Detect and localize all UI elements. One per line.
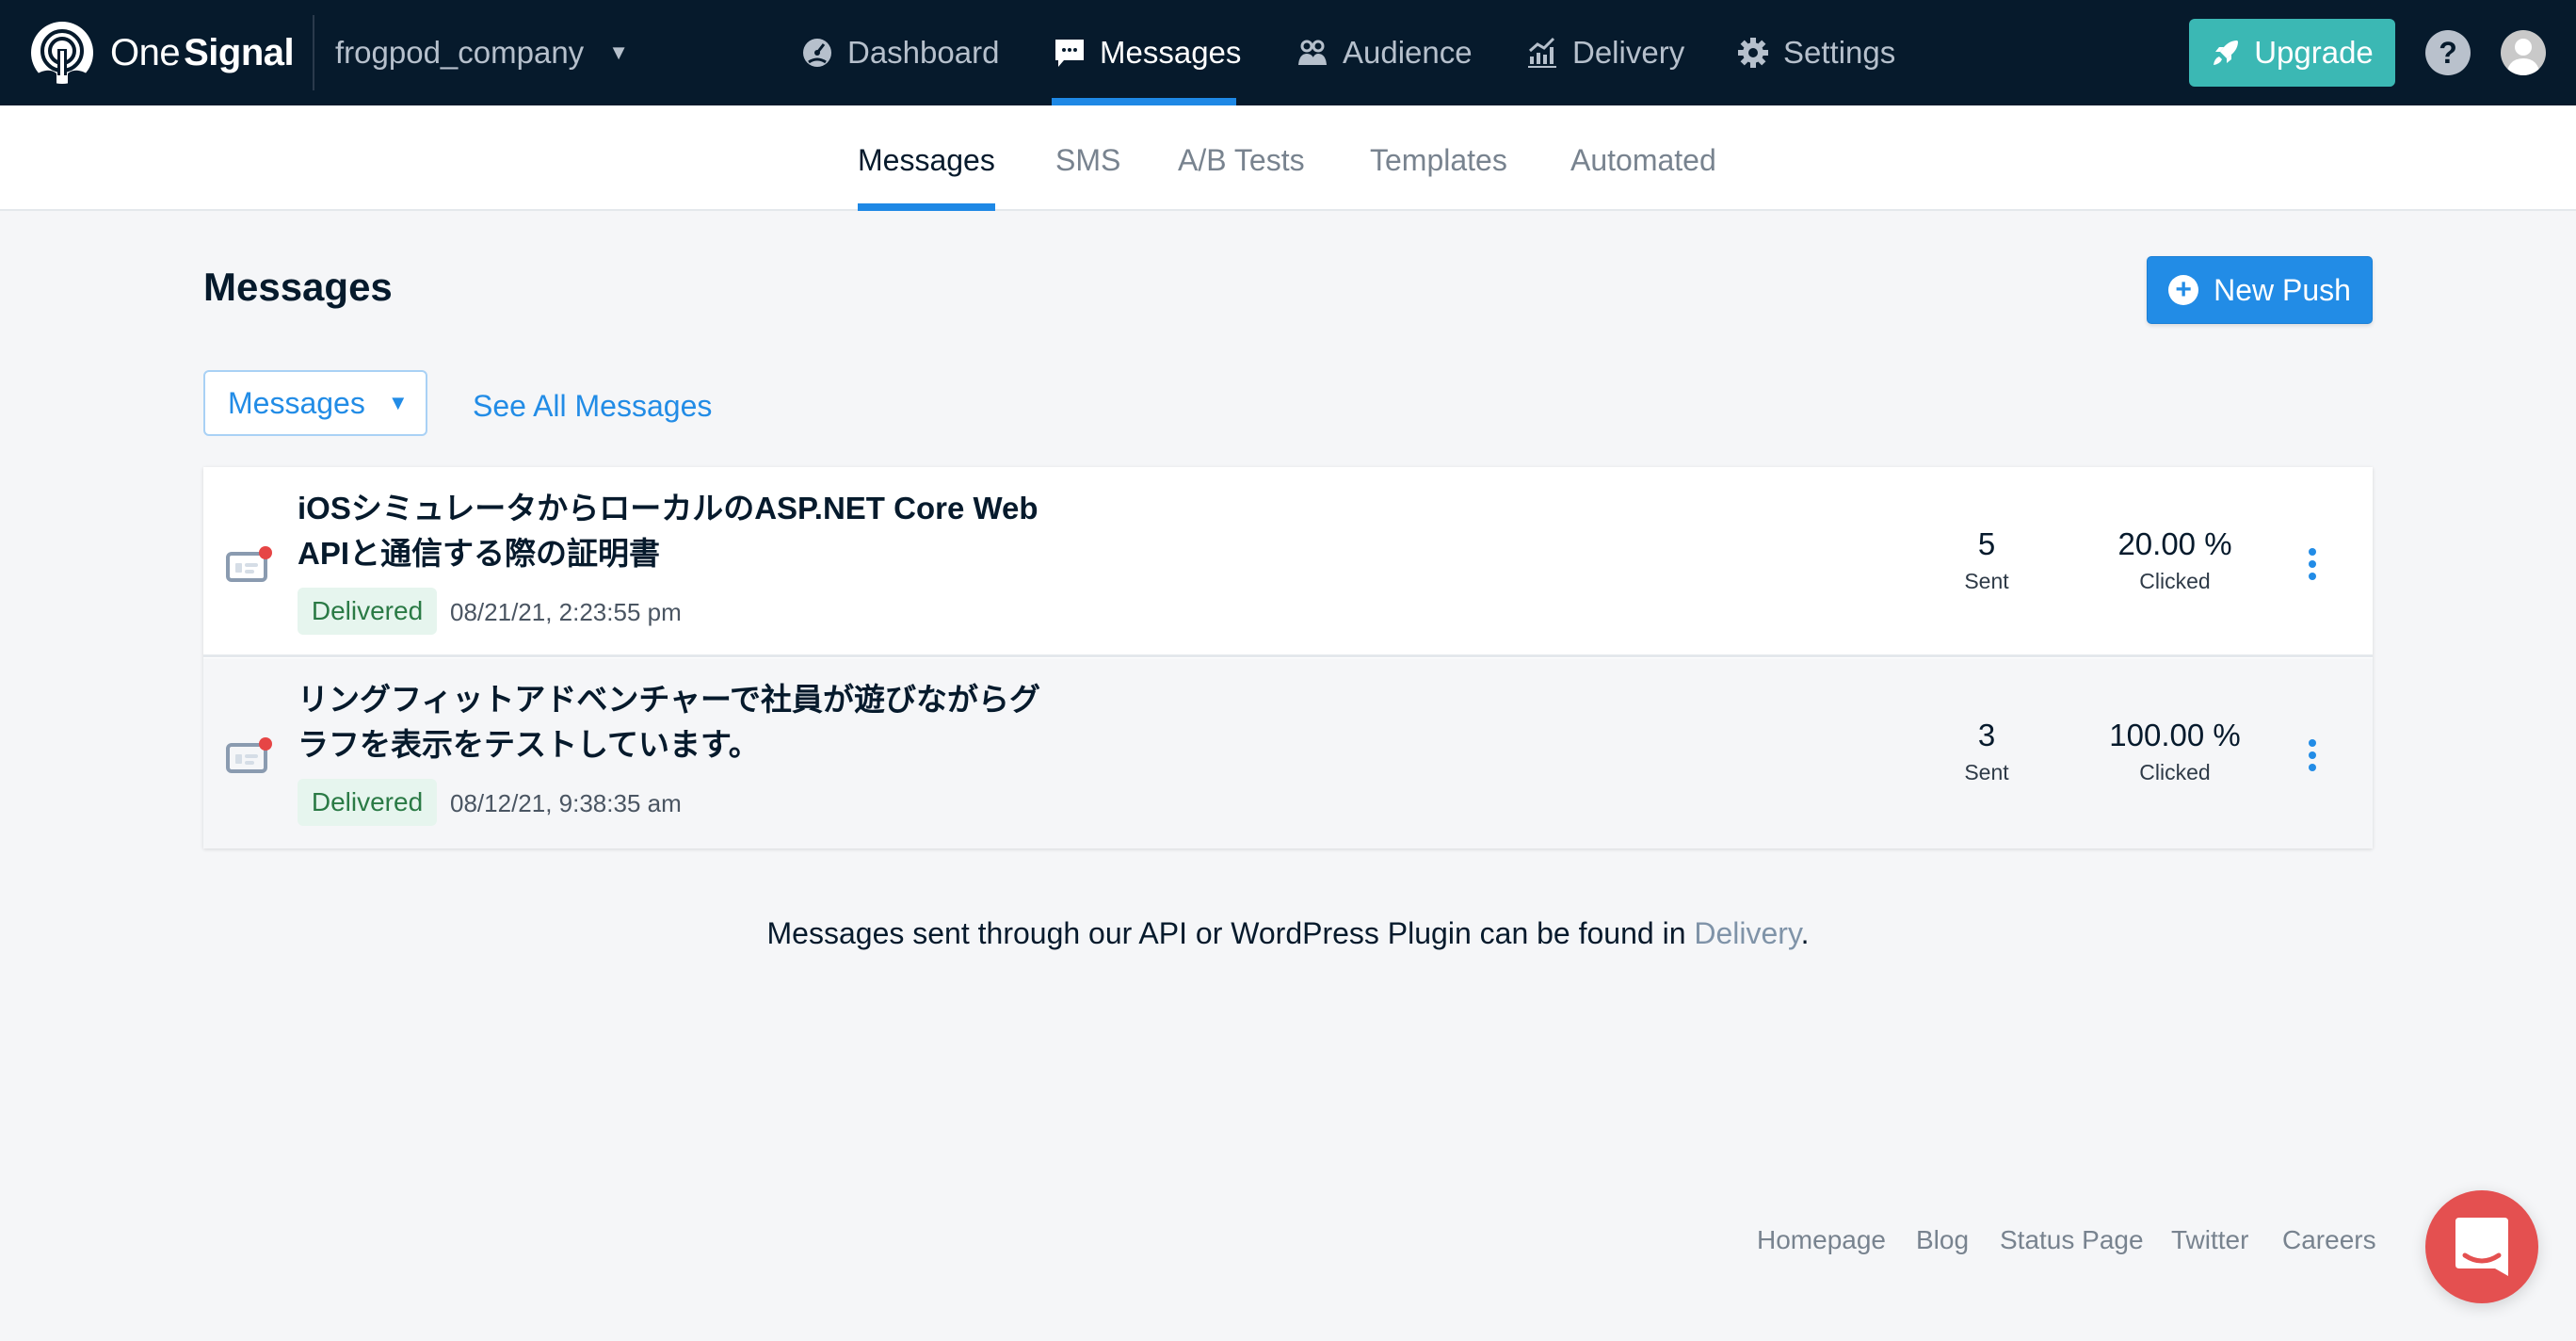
see-all-messages-link[interactable]: See All Messages [473, 386, 712, 426]
nav-item-label: Settings [1783, 35, 1896, 70]
nav-item-delivery[interactable]: Delivery [1525, 28, 1684, 77]
more-options-icon[interactable] [2299, 548, 2326, 580]
caret-down-icon: ▼ [387, 391, 409, 414]
nav-item-audience[interactable]: Audience [1296, 28, 1473, 77]
brand-name: One Signal [110, 28, 295, 77]
gear-icon [1738, 38, 1768, 68]
caret-down-icon: ▼ [608, 40, 629, 64]
users-icon [1298, 40, 1327, 65]
status-badge: Delivered [298, 779, 437, 826]
dropdown-selected-value: Messages [228, 385, 365, 420]
active-nav-indicator [1052, 98, 1236, 105]
nav-item-settings[interactable]: Settings [1736, 28, 1895, 77]
upgrade-button[interactable]: Upgrade [2189, 19, 2395, 87]
message-title[interactable]: iOSシミュレータからローカルのASP.NET Core Web APIと通信す… [298, 486, 1051, 576]
nav-item-label: Delivery [1572, 35, 1685, 70]
footer-link-status-page[interactable]: Status Page [2000, 1222, 2144, 1258]
new-push-button[interactable]: + New Push [2147, 256, 2373, 324]
nav-item-label: Dashboard [847, 35, 1000, 70]
plus-circle-icon: + [2168, 275, 2199, 305]
upgrade-label: Upgrade [2254, 35, 2374, 70]
clicked-label: Clicked [2139, 760, 2211, 784]
note-suffix: . [1800, 916, 1810, 950]
message-row[interactable]: リングフィットアドベンチャーで社員が遊びながらグラフを表示をテストしています。 … [203, 658, 2373, 848]
note-text: Messages sent through our API or WordPre… [766, 916, 1695, 950]
push-notification-icon [226, 546, 272, 582]
message-title[interactable]: リングフィットアドベンチャーで社員が遊びながらグラフを表示をテストしています。 [298, 677, 1051, 767]
chat-bubble-icon [1055, 40, 1084, 67]
onesignal-logo-icon[interactable] [28, 21, 96, 85]
clicked-rate: 100.00 % [2109, 718, 2241, 752]
nav-divider [313, 15, 314, 90]
message-date: 08/21/21, 2:23:55 pm [450, 598, 682, 626]
rocket-icon [2214, 40, 2239, 65]
status-badge: Delivered [298, 588, 437, 635]
tab-sms[interactable]: SMS [1055, 139, 1120, 181]
help-icon[interactable]: ? [2425, 30, 2471, 75]
message-type-dropdown[interactable]: Messages ▼ [203, 370, 427, 436]
tab-automated[interactable]: Automated [1570, 139, 1716, 181]
footer-link-twitter[interactable]: Twitter [2171, 1222, 2248, 1258]
brand-part-two: Signal [184, 32, 295, 73]
new-push-label: New Push [2214, 272, 2351, 307]
clicked-label: Clicked [2139, 569, 2211, 593]
brand-part-one: One [110, 32, 181, 73]
push-notification-icon [226, 737, 272, 773]
chat-launcher-button[interactable] [2425, 1190, 2538, 1303]
message-row[interactable]: iOSシミュレータからローカルのASP.NET Core Web APIと通信す… [203, 467, 2373, 657]
nav-item-messages[interactable]: Messages [1053, 28, 1241, 77]
footer-link-careers[interactable]: Careers [2282, 1222, 2376, 1258]
org-name: frogpod_company [335, 35, 585, 70]
user-avatar[interactable] [2501, 30, 2546, 75]
active-tab-indicator [858, 203, 995, 211]
user-avatar-icon [2506, 39, 2540, 75]
top-navigation: One Signal frogpod_company ▼ Dashboard Me… [0, 0, 2576, 105]
help-glyph: ? [2439, 35, 2457, 70]
page-title: Messages [203, 265, 393, 309]
org-selector[interactable]: frogpod_company ▼ [335, 28, 629, 77]
nav-item-label: Messages [1100, 35, 1242, 70]
tab-ab-tests[interactable]: A/B Tests [1178, 139, 1305, 181]
tab-messages[interactable]: Messages [858, 139, 995, 181]
more-options-icon[interactable] [2299, 739, 2326, 771]
tab-templates[interactable]: Templates [1370, 139, 1507, 181]
message-date: 08/12/21, 9:38:35 am [450, 789, 682, 817]
footer-link-blog[interactable]: Blog [1916, 1222, 1969, 1258]
dashboard-gauge-icon [803, 39, 831, 67]
message-list: iOSシミュレータからローカルのASP.NET Core Web APIと通信す… [203, 467, 2373, 848]
nav-item-label: Audience [1343, 35, 1473, 70]
clicked-stat: 100.00 % Clicked [2062, 715, 2288, 788]
nav-item-dashboard[interactable]: Dashboard [800, 28, 999, 77]
delivery-link[interactable]: Delivery [1694, 916, 1800, 950]
clicked-rate: 20.00 % [2117, 526, 2232, 561]
clicked-stat: 20.00 % Clicked [2062, 524, 2288, 597]
sub-navigation: Messages SMS A/B Tests Templates Automat… [0, 105, 2576, 211]
footer-link-homepage[interactable]: Homepage [1757, 1222, 1886, 1258]
chart-icon [1528, 37, 1556, 68]
api-messages-note: Messages sent through our API or WordPre… [0, 913, 2576, 953]
chat-smile-icon [2455, 1218, 2508, 1276]
